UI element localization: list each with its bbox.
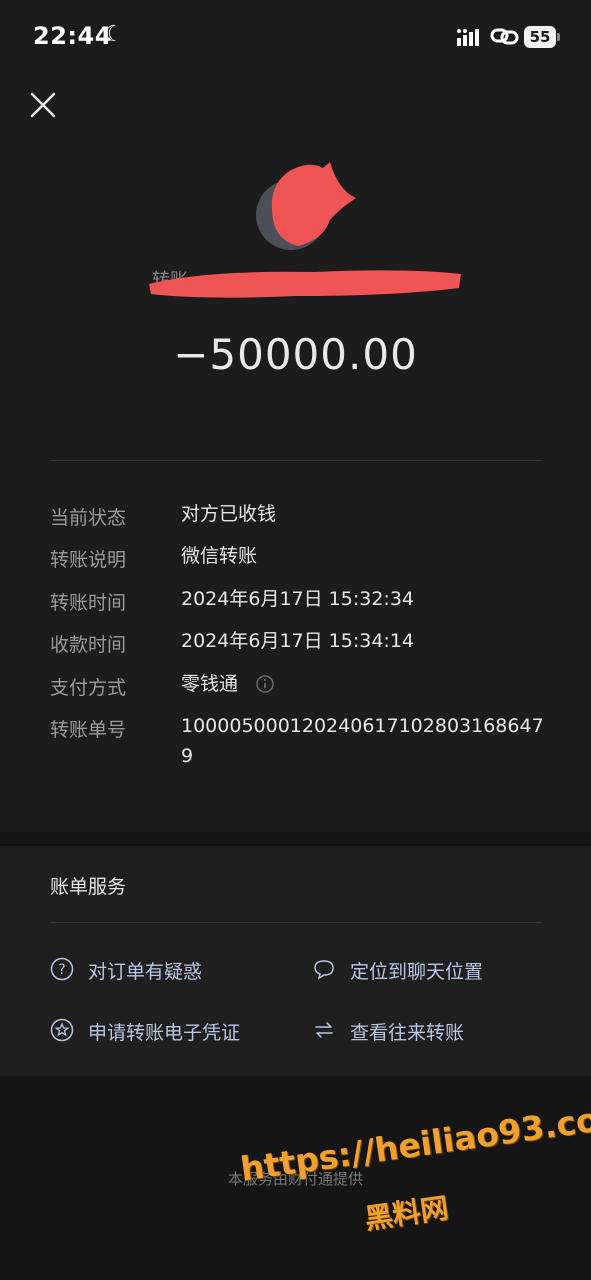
service-label: 定位到聊天位置	[350, 961, 484, 983]
service-label: 查看往来转账	[350, 1022, 465, 1044]
question-circle-icon: ?	[50, 957, 74, 981]
detail-label: 转账时间	[50, 592, 127, 614]
chat-bubble-icon	[314, 960, 334, 980]
svg-text:?: ?	[58, 962, 65, 978]
detail-value: 100005000120240617102803168647 9	[181, 715, 544, 767]
detail-label: 转账单号	[50, 719, 127, 741]
transfer-amount: −50000.00	[173, 330, 418, 379]
detail-label: 收款时间	[50, 634, 127, 656]
link-icon	[490, 28, 519, 45]
services-title: 账单服务	[50, 876, 127, 898]
divider	[50, 922, 542, 923]
signal-icon	[457, 29, 479, 46]
status-bar: 22:44 ☾ 55	[0, 0, 591, 76]
section-separator	[0, 832, 591, 846]
detail-value: 零钱通	[181, 673, 239, 695]
detail-value-wrap: 零钱通	[181, 669, 551, 699]
star-badge-icon	[50, 1018, 74, 1042]
info-icon[interactable]	[256, 675, 274, 693]
moon-icon: ☾	[104, 22, 124, 47]
divider	[50, 460, 542, 461]
detail-value: 2024年6月17日 15:34:14	[181, 630, 414, 652]
detail-label: 当前状态	[50, 507, 127, 529]
detail-value: 2024年6月17日 15:32:34	[181, 588, 414, 610]
detail-value: 对方已收钱	[181, 503, 277, 525]
close-icon[interactable]	[28, 90, 58, 120]
service-label: 申请转账电子凭证	[88, 1022, 241, 1044]
status-time: 22:44	[33, 22, 112, 50]
redaction-mark	[271, 162, 356, 246]
redaction-mark	[149, 270, 461, 298]
detail-value: 微信转账	[181, 545, 258, 567]
detail-label: 支付方式	[50, 677, 127, 699]
detail-label: 转账说明	[50, 549, 127, 571]
swap-arrows-icon	[315, 1022, 333, 1038]
battery-level: 55	[529, 28, 551, 46]
service-label: 对订单有疑惑	[88, 961, 203, 983]
battery-icon: 55	[524, 26, 560, 48]
